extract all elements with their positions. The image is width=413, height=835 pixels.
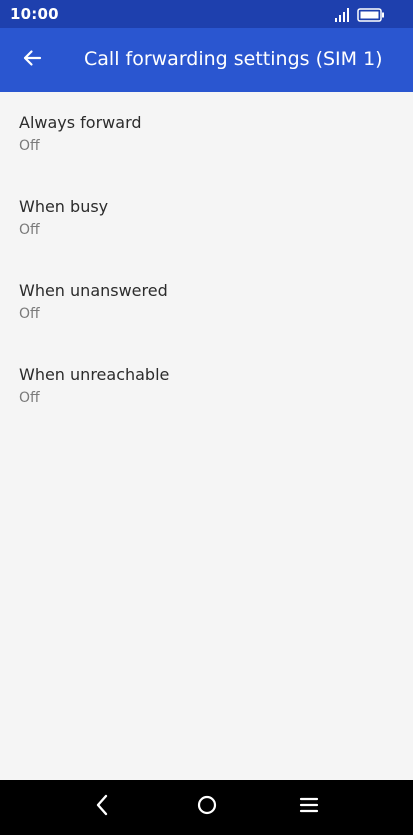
page-title: Call forwarding settings (SIM 1) bbox=[84, 48, 383, 70]
setting-summary: Off bbox=[19, 138, 40, 154]
nav-back-icon bbox=[94, 794, 110, 820]
setting-when-unreachable[interactable]: When unreachable Off bbox=[0, 344, 413, 428]
screen: 10:00 Call forwarding settings (SIM 1) A… bbox=[0, 0, 413, 835]
setting-summary: Off bbox=[19, 306, 40, 322]
arrow-back-icon bbox=[22, 48, 42, 72]
setting-title: When unanswered bbox=[19, 281, 168, 300]
setting-title: When busy bbox=[19, 197, 109, 216]
setting-summary: Off bbox=[19, 222, 40, 238]
setting-always-forward[interactable]: Always forward Off bbox=[0, 92, 413, 176]
back-button[interactable] bbox=[12, 40, 52, 80]
battery-icon bbox=[357, 7, 385, 22]
status-time: 10:00 bbox=[10, 5, 59, 23]
nav-back-button[interactable] bbox=[87, 792, 117, 822]
setting-when-unanswered[interactable]: When unanswered Off bbox=[0, 260, 413, 344]
nav-home-button[interactable] bbox=[192, 792, 222, 822]
signal-icon bbox=[335, 7, 351, 22]
nav-menu-icon bbox=[299, 796, 319, 818]
navigation-bar bbox=[0, 780, 413, 835]
nav-menu-button[interactable] bbox=[294, 792, 324, 822]
setting-when-busy[interactable]: When busy Off bbox=[0, 176, 413, 260]
nav-home-icon bbox=[196, 794, 218, 820]
setting-summary: Off bbox=[19, 390, 40, 406]
status-bar: 10:00 bbox=[0, 0, 413, 28]
app-bar: Call forwarding settings (SIM 1) bbox=[0, 28, 413, 92]
setting-title: Always forward bbox=[19, 113, 142, 132]
setting-title: When unreachable bbox=[19, 365, 170, 384]
settings-list: Always forward Off When busy Off When un… bbox=[0, 92, 413, 428]
